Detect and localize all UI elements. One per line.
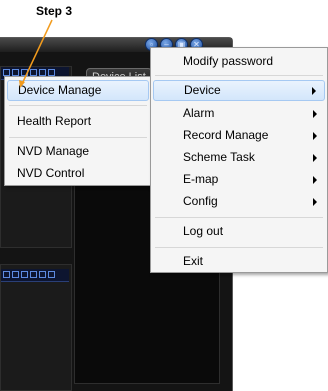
- menu-item-nvd-control[interactable]: NVD Control: [7, 163, 149, 184]
- menu-separator: [155, 75, 323, 76]
- submenu-arrow-icon: [313, 176, 317, 184]
- menu-separator: [9, 137, 147, 138]
- panel-tool-icon[interactable]: [21, 69, 28, 76]
- panel-tool-icon[interactable]: [12, 69, 19, 76]
- menu-item-nvd-manage[interactable]: NVD Manage: [7, 141, 149, 162]
- menu-separator: [9, 105, 147, 106]
- device-submenu: Device Manage Health Report NVD Manage N…: [4, 76, 152, 186]
- panel-tool-icon[interactable]: [39, 69, 46, 76]
- panel-tool-icon[interactable]: [30, 69, 37, 76]
- menu-separator: [155, 247, 323, 248]
- menu-item-e-map[interactable]: E-map: [153, 169, 325, 190]
- submenu-arrow-icon: [313, 154, 317, 162]
- video-panel-bottom: [0, 264, 72, 391]
- panel-tool-icon[interactable]: [21, 271, 28, 278]
- panel-tool-icon[interactable]: [48, 271, 55, 278]
- menu-item-scheme-task[interactable]: Scheme Task: [153, 147, 325, 168]
- submenu-arrow-icon: [313, 132, 317, 140]
- panel-tool-icon[interactable]: [3, 69, 10, 76]
- menu-item-modify-password[interactable]: Modify password: [153, 51, 325, 72]
- submenu-arrow-icon: [313, 110, 317, 118]
- menu-item-health-report[interactable]: Health Report: [7, 111, 149, 132]
- submenu-arrow-icon: [313, 198, 317, 206]
- panel-tool-icon[interactable]: [3, 271, 10, 278]
- menu-item-config[interactable]: Config: [153, 191, 325, 212]
- submenu-arrow-icon: [312, 87, 316, 95]
- menu-item-exit[interactable]: Exit: [153, 251, 325, 272]
- panel-tool-icon[interactable]: [48, 69, 55, 76]
- menu-separator: [155, 217, 323, 218]
- panel-tool-icon[interactable]: [12, 271, 19, 278]
- panel-tool-icon[interactable]: [39, 271, 46, 278]
- menu-item-device[interactable]: Device: [153, 80, 325, 101]
- panel-tool-icon[interactable]: [30, 271, 37, 278]
- panel-toolbar: [1, 269, 69, 282]
- main-menu: Modify password Device Alarm Record Mana…: [150, 47, 328, 273]
- step-3-label: Step 3: [36, 4, 73, 18]
- menu-item-record-manage[interactable]: Record Manage: [153, 125, 325, 146]
- menu-item-alarm[interactable]: Alarm: [153, 103, 325, 124]
- menu-item-log-out[interactable]: Log out: [153, 221, 325, 242]
- menu-item-device-manage[interactable]: Device Manage: [7, 80, 149, 101]
